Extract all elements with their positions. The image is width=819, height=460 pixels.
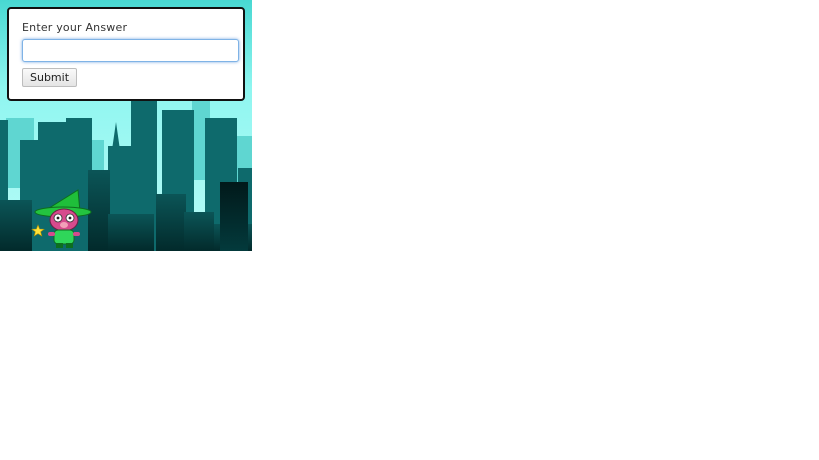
dark-tower — [220, 182, 248, 251]
submit-button[interactable]: Submit — [22, 68, 78, 87]
answer-input[interactable] — [22, 39, 239, 62]
game-area: Enter your Answer Submit — [0, 0, 252, 251]
answer-dialog: Enter your Answer Submit — [7, 7, 245, 101]
answer-label: Enter your Answer — [22, 21, 128, 34]
